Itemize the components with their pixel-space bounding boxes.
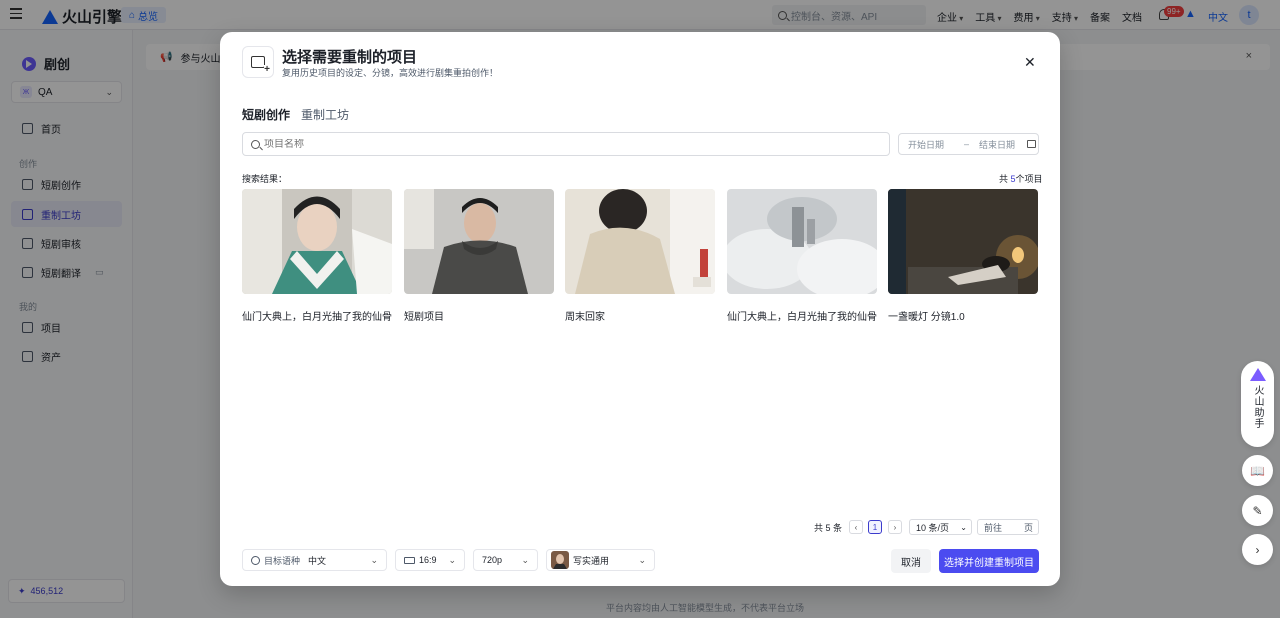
- project-card[interactable]: 短剧项目: [404, 189, 554, 323]
- date-start: 开始日期: [908, 139, 945, 150]
- assistant-label: 火山助手: [1252, 385, 1263, 429]
- aspect-ratio-value: 16:9: [419, 555, 437, 565]
- page-jump-label: 前往: [984, 522, 1003, 533]
- date-separator: –: [964, 139, 970, 149]
- project-search-input[interactable]: [264, 138, 864, 150]
- page-size-value: 10 条/页: [916, 522, 950, 533]
- create-remake-button[interactable]: 选择并创建重制项目: [939, 549, 1039, 573]
- style-value: 写实通用: [573, 555, 610, 566]
- chevron-right-icon[interactable]: ›: [1242, 534, 1273, 565]
- modal-title: 选择需要重制的项目: [282, 49, 418, 66]
- project-name: 仙门大典上，白月光抽了我的仙骨: [242, 312, 392, 323]
- pagination-prev-button[interactable]: ‹: [849, 520, 863, 534]
- date-end: 结束日期: [979, 139, 1016, 150]
- pagination-next-button[interactable]: ›: [888, 520, 902, 534]
- project-card[interactable]: 仙门大典上，白月光抽了我的仙骨: [242, 189, 392, 323]
- chevron-down-icon: ⌄: [638, 554, 646, 565]
- style-select[interactable]: 写实通用 ⌄: [546, 549, 655, 571]
- chevron-down-icon: ⌄: [960, 522, 967, 532]
- modal-subtitle: 复用历史项目的设定、分镜，高效进行剧集重拍创作！: [282, 68, 499, 78]
- globe-icon: [251, 555, 260, 565]
- aspect-ratio-select[interactable]: 16:9 ⌄: [395, 549, 465, 571]
- project-thumbnail: [404, 189, 554, 294]
- resolution-select[interactable]: 720p ⌄: [473, 549, 538, 571]
- style-thumbnail: [551, 551, 569, 569]
- close-icon[interactable]: ✕: [1024, 54, 1036, 71]
- target-language-value: 中文: [308, 555, 327, 566]
- assistant-button[interactable]: 火山助手: [1241, 361, 1274, 447]
- assistant-icon: [1249, 367, 1266, 381]
- page-size-select[interactable]: 10 条/页 ⌄: [909, 519, 972, 535]
- remake-add-icon: [242, 46, 274, 78]
- date-range-picker[interactable]: 开始日期 – 结束日期: [898, 133, 1039, 155]
- page-jump-input[interactable]: 前往 页: [977, 519, 1039, 535]
- pagination-total: 共 5 条: [814, 523, 843, 533]
- remake-select-modal: 选择需要重制的项目 复用历史项目的设定、分镜，高效进行剧集重拍创作！ ✕ 短剧创…: [220, 32, 1060, 586]
- aspect-ratio-icon: [404, 556, 415, 564]
- pagination-page-1[interactable]: 1: [868, 520, 882, 534]
- target-language-label: 目标语种: [264, 555, 301, 566]
- project-thumbnail: [888, 189, 1038, 294]
- tab-short-drama[interactable]: 短剧创作: [242, 106, 290, 123]
- calendar-icon: [1027, 140, 1037, 148]
- project-name: 短剧项目: [404, 312, 444, 323]
- tab-remake[interactable]: 重制工坊: [301, 106, 349, 123]
- project-card[interactable]: 一盏暖灯 分镜1.0: [888, 189, 1038, 323]
- project-thumbnail: [242, 189, 392, 294]
- project-thumbnail: [565, 189, 715, 294]
- book-icon[interactable]: 📖: [1242, 455, 1273, 486]
- resolution-value: 720p: [482, 555, 503, 565]
- results-count: 共 5个项目: [999, 172, 1043, 185]
- chevron-down-icon: ⌄: [448, 554, 456, 565]
- project-name: 周末回家: [565, 312, 605, 323]
- results-count-suffix: 个项目: [1015, 174, 1043, 184]
- project-card[interactable]: 周末回家: [565, 189, 715, 323]
- cancel-button[interactable]: 取消: [891, 549, 931, 573]
- chevron-down-icon: ⌄: [370, 554, 378, 565]
- page-jump-unit: 页: [1023, 522, 1033, 533]
- results-label: 搜索结果：: [242, 174, 288, 184]
- feedback-icon[interactable]: ✎: [1242, 495, 1273, 526]
- project-name: 仙门大典上，白月光抽了我的仙骨: [727, 312, 877, 323]
- project-thumbnail: [727, 189, 877, 294]
- project-name: 一盏暖灯 分镜1.0: [888, 312, 965, 323]
- project-card[interactable]: 仙门大典上，白月光抽了我的仙骨: [727, 189, 877, 323]
- search-icon: [251, 139, 260, 149]
- results-count-prefix: 共: [999, 174, 1011, 184]
- target-language-select[interactable]: 目标语种 中文 ⌄: [242, 549, 387, 571]
- chevron-down-icon: ⌄: [521, 554, 529, 565]
- project-search: [242, 132, 890, 156]
